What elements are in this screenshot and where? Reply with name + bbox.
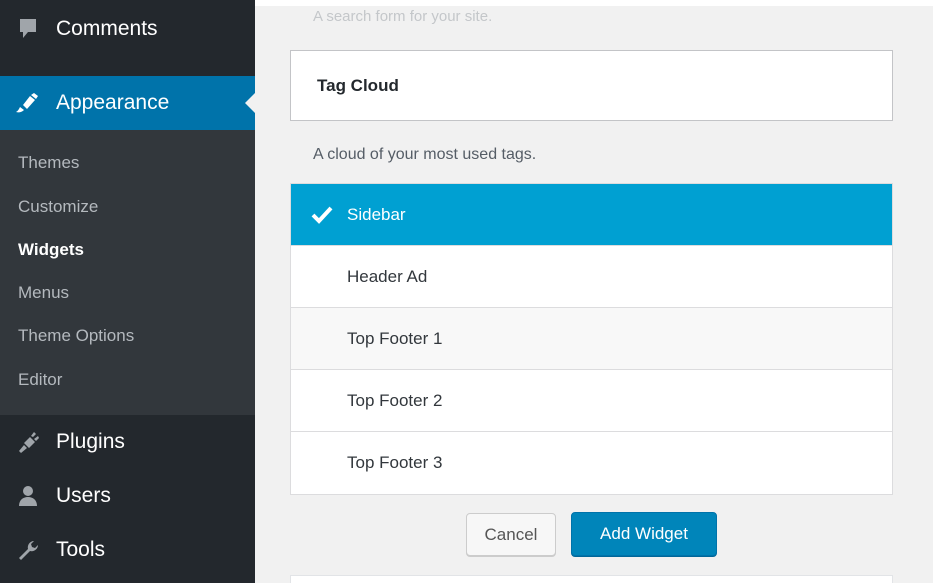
menu-item-label: Users: [56, 484, 111, 507]
sidebar-option-label: Header Ad: [347, 266, 428, 286]
menu-item-appearance[interactable]: Appearance: [0, 76, 255, 130]
sidebar-option-top-footer-1[interactable]: Top Footer 1: [291, 307, 892, 369]
menu-item-label: Comments: [56, 17, 158, 40]
widgets-main-area: A search form for your site. Tag Cloud A…: [255, 0, 933, 583]
admin-sidebar: Comments Appearance Themes Customize Wid…: [0, 0, 255, 583]
widget-title-box[interactable]: Tag Cloud: [290, 50, 893, 121]
comment-icon: [0, 18, 56, 40]
sidebar-option-label: Sidebar: [347, 204, 406, 224]
wrench-icon: [0, 539, 56, 561]
previous-widget-edge: [255, 0, 933, 6]
plug-icon: [0, 431, 56, 453]
sidebar-option-label: Top Footer 3: [347, 452, 443, 472]
sidebar-option-top-footer-3[interactable]: Top Footer 3: [291, 431, 892, 493]
sidebar-option-top-footer-2[interactable]: Top Footer 2: [291, 369, 892, 431]
cancel-button[interactable]: Cancel: [466, 513, 556, 556]
menu-item-comments[interactable]: Comments: [0, 2, 255, 56]
sidebar-option-label: Top Footer 1: [347, 328, 443, 348]
sidebar-option-header-ad[interactable]: Header Ad: [291, 245, 892, 307]
sidebar-option-sidebar[interactable]: Sidebar: [291, 184, 892, 245]
sidebar-option-label: Top Footer 2: [347, 390, 443, 410]
submenu-item-widgets[interactable]: Widgets: [18, 240, 84, 260]
menu-item-label: Tools: [56, 538, 106, 561]
submenu-item-customize[interactable]: Customize: [18, 197, 98, 217]
checkmark-icon: [311, 206, 335, 224]
menu-item-plugins[interactable]: Plugins: [0, 415, 255, 469]
next-widget-edge: [290, 575, 893, 583]
sidebar-chooser-list: Sidebar Header Ad Top Footer 1 Top Foote…: [290, 183, 893, 495]
menu-item-users[interactable]: Users: [0, 469, 255, 523]
user-icon: [0, 485, 56, 507]
widget-title: Tag Cloud: [317, 75, 399, 95]
submenu-item-theme-options[interactable]: Theme Options: [18, 326, 134, 346]
widget-description: A cloud of your most used tags.: [313, 146, 537, 163]
menu-item-label: Appearance: [56, 91, 170, 114]
add-widget-button[interactable]: Add Widget: [571, 512, 717, 556]
submenu-item-menus[interactable]: Menus: [18, 283, 69, 303]
paintbrush-icon: [0, 92, 56, 114]
menu-item-tools[interactable]: Tools: [0, 523, 255, 577]
submenu-item-editor[interactable]: Editor: [18, 370, 62, 390]
submenu-item-themes[interactable]: Themes: [18, 153, 79, 173]
menu-item-label: Plugins: [56, 430, 125, 453]
appearance-submenu: Themes Customize Widgets Menus Theme Opt…: [0, 130, 255, 415]
previous-widget-description: A search form for your site.: [313, 8, 493, 25]
